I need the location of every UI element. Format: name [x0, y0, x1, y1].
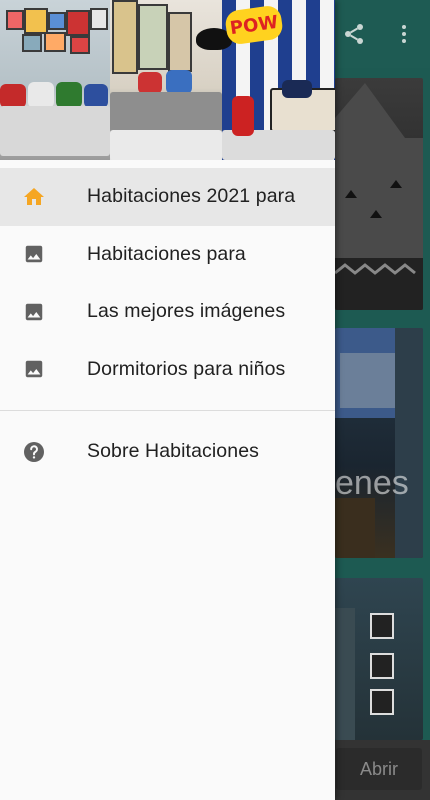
- menu-item-label: Habitaciones 2021 para: [87, 185, 296, 208]
- menu-item-label: Habitaciones para: [87, 242, 246, 265]
- menu-divider: [0, 410, 335, 411]
- navigation-drawer: POW Habitaciones 2021 para Habitaciones …: [0, 0, 335, 800]
- menu-item-sobre-habitaciones[interactable]: Sobre Habitaciones: [0, 423, 335, 481]
- content-card[interactable]: [335, 578, 423, 740]
- image-icon: [21, 299, 47, 325]
- share-icon[interactable]: [338, 18, 370, 50]
- content-card[interactable]: [335, 78, 423, 310]
- image-icon: [21, 356, 47, 382]
- home-icon: [21, 184, 47, 210]
- menu-item-label: Dormitorios para niños: [87, 357, 286, 380]
- menu-item-label: Las mejores imágenes: [87, 300, 286, 323]
- help-icon: [21, 439, 47, 465]
- image-icon: [21, 241, 47, 267]
- drawer-menu: Habitaciones 2021 para Habitaciones para…: [0, 168, 335, 481]
- menu-item-dormitorios-ninos[interactable]: Dormitorios para niños: [0, 341, 335, 399]
- menu-item-habitaciones-para[interactable]: Habitaciones para: [0, 226, 335, 284]
- menu-item-mejores-imagenes[interactable]: Las mejores imágenes: [0, 283, 335, 341]
- menu-item-habitaciones-2021[interactable]: Habitaciones 2021 para: [0, 168, 335, 226]
- bedroom-photo: [0, 0, 110, 160]
- drawer-header-image: POW: [0, 0, 335, 160]
- content-card[interactable]: enes: [335, 328, 423, 558]
- open-button[interactable]: Abrir: [336, 748, 422, 790]
- menu-item-label: Sobre Habitaciones: [87, 440, 259, 463]
- bedroom-photo: [110, 0, 222, 160]
- more-vert-icon[interactable]: [388, 18, 420, 50]
- card-title-fragment: enes: [335, 464, 409, 502]
